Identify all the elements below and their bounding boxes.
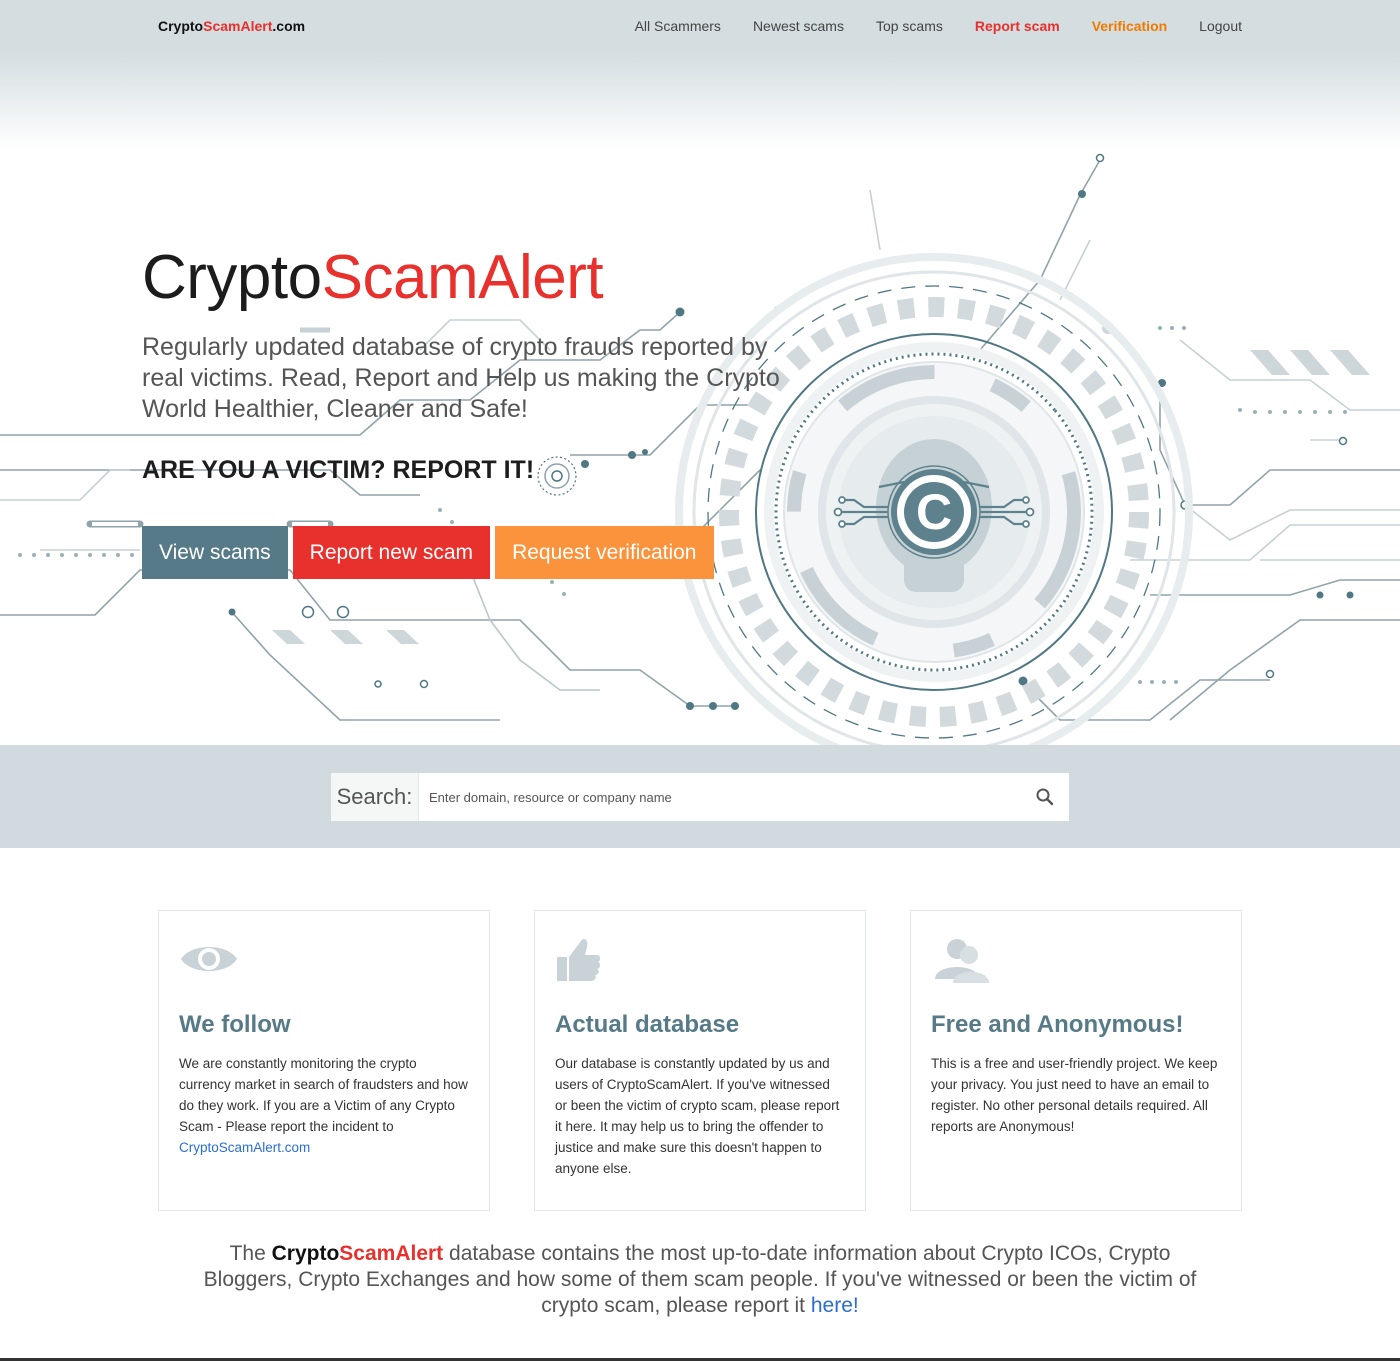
- hero-button-group: View scams Report new scam Request verif…: [142, 526, 714, 579]
- users-icon: [935, 939, 989, 983]
- nav-link-all-scammers[interactable]: All Scammers: [635, 18, 721, 34]
- description-brand-part1: Crypto: [271, 1242, 340, 1265]
- feature-text-body: We are constantly monitoring the crypto …: [179, 1056, 468, 1134]
- hero-title: CryptoScamAlert: [142, 242, 604, 313]
- feature-card-we-follow: We follow We are constantly monitoring t…: [158, 910, 490, 1211]
- nav-item-logout: Logout: [1199, 18, 1242, 36]
- hero-subtitle: Regularly updated database of crypto fra…: [142, 333, 780, 423]
- brand-part1: Crypto: [158, 18, 204, 34]
- nav-item-newest-scams: Newest scams: [753, 18, 844, 36]
- feature-title: We follow: [179, 1011, 291, 1038]
- nav-item-top-scams: Top scams: [876, 18, 943, 36]
- description-prefix: The: [229, 1242, 272, 1265]
- emblem-letter: C: [916, 484, 952, 540]
- search-box: Search:: [331, 773, 1069, 821]
- feature-card-actual-database: Actual database Our database is constant…: [534, 910, 866, 1211]
- report-here-link[interactable]: here!: [811, 1294, 859, 1317]
- top-navigation-bar: CryptoScamAlert.com All Scammers Newest …: [0, 0, 1400, 150]
- circuit-background-illustration: C: [0, 153, 1400, 745]
- hero-call-to-action: ARE YOU A VICTIM? REPORT IT!: [142, 456, 535, 484]
- nav-link-report-scam[interactable]: Report scam: [975, 18, 1060, 34]
- brand-part2: ScamAlert: [203, 18, 273, 34]
- cryptoscamalert-link[interactable]: CryptoScamAlert.com: [179, 1140, 310, 1155]
- nav-link-verification[interactable]: Verification: [1092, 18, 1167, 34]
- nav-item-all-scammers: All Scammers: [635, 18, 721, 36]
- nav-item-report-scam: Report scam: [975, 18, 1060, 36]
- feature-title: Free and Anonymous!: [931, 1011, 1184, 1038]
- hero-section: C CryptoScamAlert Regularly updated data…: [0, 150, 1400, 745]
- feature-title: Actual database: [555, 1011, 740, 1038]
- search-submit-button[interactable]: [1021, 773, 1069, 821]
- feature-card-free-anonymous: Free and Anonymous! This is a free and u…: [910, 910, 1242, 1211]
- description-brand-part2: ScamAlert: [339, 1242, 444, 1265]
- brand-logo-link[interactable]: CryptoScamAlert.com: [158, 18, 305, 34]
- report-new-scam-button[interactable]: Report new scam: [292, 526, 491, 579]
- nav-link-newest-scams[interactable]: Newest scams: [753, 18, 844, 34]
- search-input[interactable]: [419, 773, 1021, 821]
- hero-title-part2: ScamAlert: [321, 243, 604, 312]
- feature-text: This is a free and user-friendly project…: [931, 1056, 1218, 1134]
- nav-link-logout[interactable]: Logout: [1199, 18, 1242, 34]
- search-icon: [1036, 788, 1054, 806]
- feature-text: We are constantly monitoring the crypto …: [179, 1053, 469, 1158]
- eye-icon: [181, 947, 237, 971]
- search-band: Search:: [0, 745, 1400, 848]
- brand-part3: .com: [272, 18, 306, 34]
- thumbs-up-icon: [557, 939, 601, 981]
- feature-text: Our database is constantly updated by us…: [555, 1056, 840, 1176]
- database-description: The CryptoScamAlert database contains th…: [200, 1241, 1200, 1319]
- nav-link-top-scams[interactable]: Top scams: [876, 18, 943, 34]
- nav-item-verification: Verification: [1092, 18, 1167, 36]
- view-scams-button[interactable]: View scams: [142, 526, 288, 579]
- search-label: Search:: [331, 773, 419, 821]
- main-nav: All Scammers Newest scams Top scams Repo…: [635, 18, 1242, 36]
- description-brand: CryptoScamAlert: [272, 1242, 444, 1265]
- hero-title-part1: Crypto: [142, 243, 322, 312]
- request-verification-button[interactable]: Request verification: [495, 526, 714, 579]
